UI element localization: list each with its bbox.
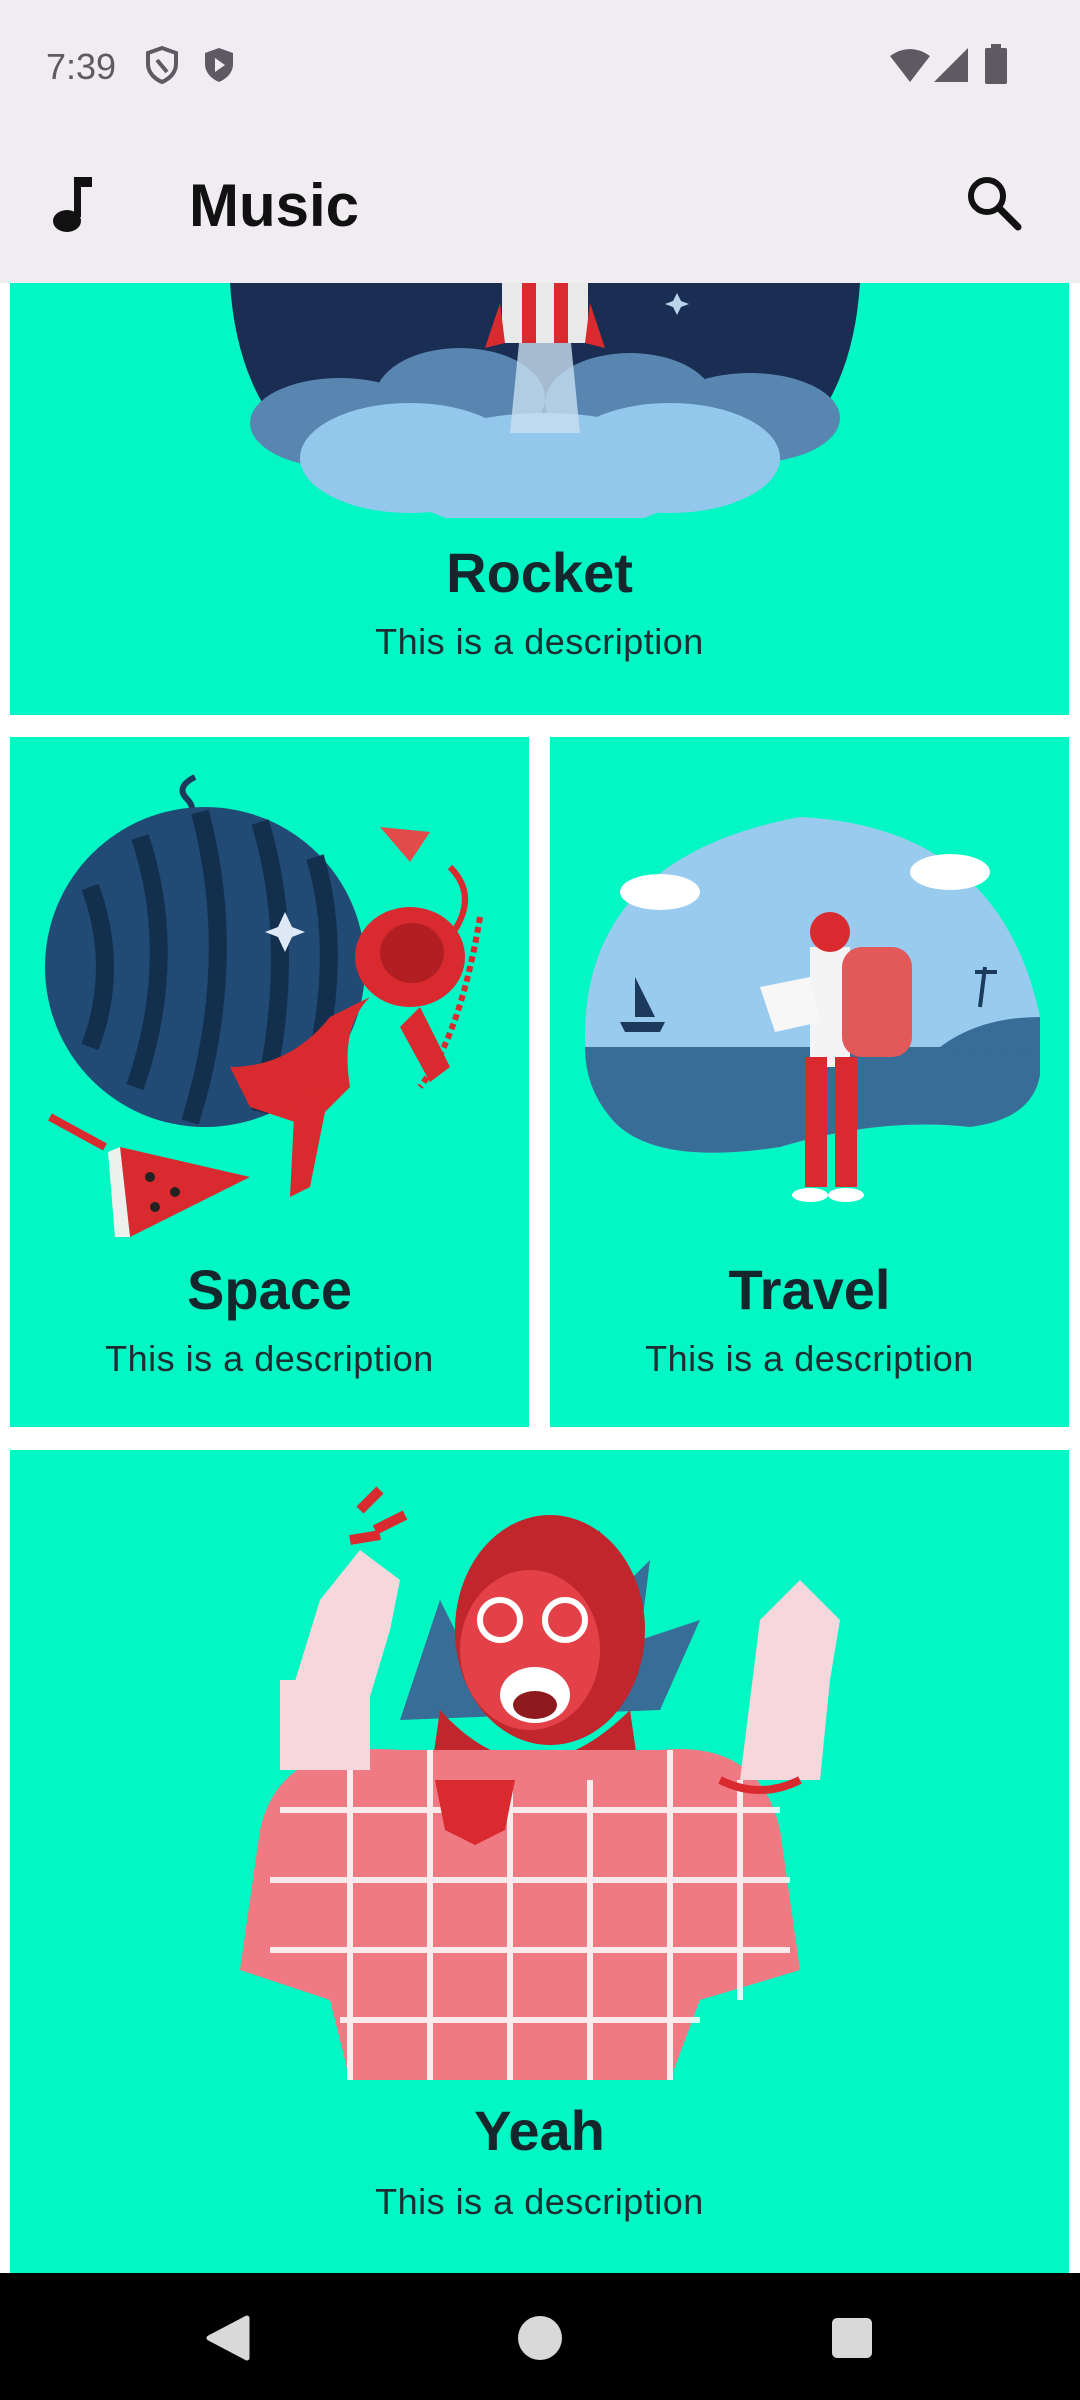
card-description: This is a description [375,2181,704,2222]
status-bar: 7:39 [0,0,1080,135]
astronaut-watermelon-illustration [45,774,483,1237]
home-icon[interactable] [516,2314,564,2362]
card-title: Travel [728,1258,891,1321]
back-icon[interactable] [205,2315,250,2361]
cheering-man-illustration [240,1486,840,2080]
rocket-illustration [230,283,860,518]
battery-icon [985,44,1007,84]
system-navigation-bar [0,2273,1080,2400]
search-icon[interactable] [964,173,1024,233]
card-title: Rocket [446,541,633,604]
card-title: Space [187,1258,352,1321]
card-yeah[interactable]: Yeah This is a description [10,1450,1069,2273]
card-grid: Rocket This is a description Space This … [0,283,1080,2273]
play-shield-icon [205,48,233,82]
backpacker-illustration [585,817,1040,1202]
shield-outline-icon [146,46,178,84]
wifi-icon [890,49,930,82]
music-note-icon[interactable] [50,175,96,235]
status-time: 7:39 [46,46,117,87]
card-description: This is a description [105,1338,434,1379]
cell-signal-icon [934,48,968,82]
recents-icon[interactable] [830,2316,874,2360]
top-app-bar: Music [0,135,1080,283]
app-title: Music [189,172,360,239]
card-description: This is a description [645,1338,974,1379]
card-description: This is a description [375,621,704,662]
card-title: Yeah [474,2099,605,2162]
card-space[interactable]: Space This is a description [10,737,529,1427]
card-travel[interactable]: Travel This is a description [550,737,1069,1427]
card-rocket[interactable]: Rocket This is a description [10,283,1069,715]
